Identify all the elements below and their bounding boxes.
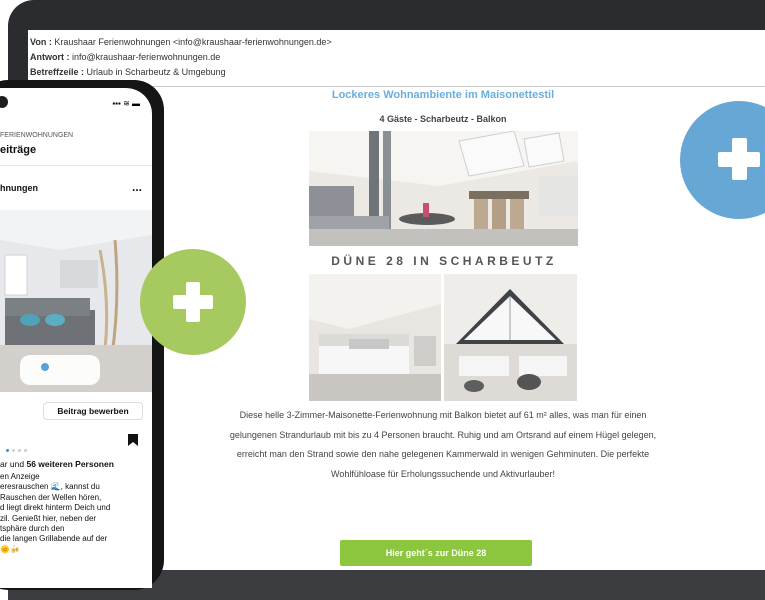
email-description: Diese helle 3-Zimmer-Maisonette-Ferienwo…	[229, 410, 657, 479]
carousel-indicator	[6, 439, 30, 457]
loft-bedroom-photo	[444, 274, 577, 401]
post-image[interactable]	[0, 210, 152, 392]
reply-value[interactable]: info@kraushaar-ferienwohnungen.de	[72, 52, 220, 62]
signal-icon: ▪▪▪	[112, 99, 121, 108]
green-plus-circle	[140, 249, 246, 355]
front-camera-icon	[0, 96, 8, 108]
post-caption: en Anzeige eresrauschen 🌊, kannst du Rau…	[0, 472, 111, 554]
phone-device: ▪▪▪ ≋ ▬ FERIENWOHNUNGEN eiträge hnungen …	[0, 80, 164, 590]
from-value[interactable]: Kraushaar Ferienwohnungen <info@kraushaa…	[54, 37, 331, 47]
post-author[interactable]: hnungen	[0, 183, 38, 193]
likes-text: ar und 56 weiteren Personen	[0, 459, 114, 469]
battery-icon: ▬	[132, 99, 140, 108]
likes-count[interactable]: 56 weiteren Personen	[26, 459, 113, 469]
status-icons: ▪▪▪ ≋ ▬	[112, 99, 140, 108]
phone-screen: ▪▪▪ ≋ ▬ FERIENWOHNUNGEN eiträge hnungen …	[0, 88, 152, 588]
from-label: Von :	[30, 37, 52, 47]
apartment-banner: DÜNE 28 IN SCHARBEUTZ	[331, 254, 557, 268]
reply-label: Antwort :	[30, 52, 70, 62]
subject-label: Betreffzeile :	[30, 67, 85, 77]
more-options-icon[interactable]: ...	[132, 180, 142, 194]
email-header: Von : Kraushaar Ferienwohnungen <info@kr…	[28, 30, 765, 87]
bookmark-icon[interactable]	[128, 433, 138, 451]
status-bar: ▪▪▪ ≋ ▬	[0, 88, 152, 118]
living-room-photo	[309, 131, 578, 246]
promote-post-button[interactable]: Beitrag bewerben	[43, 402, 143, 420]
divider	[0, 165, 152, 166]
bedroom-photo	[309, 274, 441, 401]
email-from-row: Von : Kraushaar Ferienwohnungen <info@kr…	[30, 35, 765, 50]
cta-button[interactable]: Hier geht´s zur Düne 28	[340, 540, 532, 566]
email-subtitle: 4 Gäste - Scharbeutz - Balkon	[379, 114, 507, 124]
email-reply-row: Antwort : info@kraushaar-ferienwohnungen…	[30, 50, 765, 65]
subject-value: Urlaub in Scharbeutz & Umgebung	[86, 67, 226, 77]
wifi-icon: ≋	[123, 99, 130, 108]
page-title: eiträge	[0, 144, 37, 156]
likes-prefix: ar und	[0, 459, 25, 469]
page-name: FERIENWOHNUNGEN	[0, 132, 74, 139]
email-subject-row: Betreffzeile : Urlaub in Scharbeutz & Um…	[30, 65, 765, 80]
email-title: Lockeres Wohnambiente im Maisonettestil	[331, 89, 555, 101]
